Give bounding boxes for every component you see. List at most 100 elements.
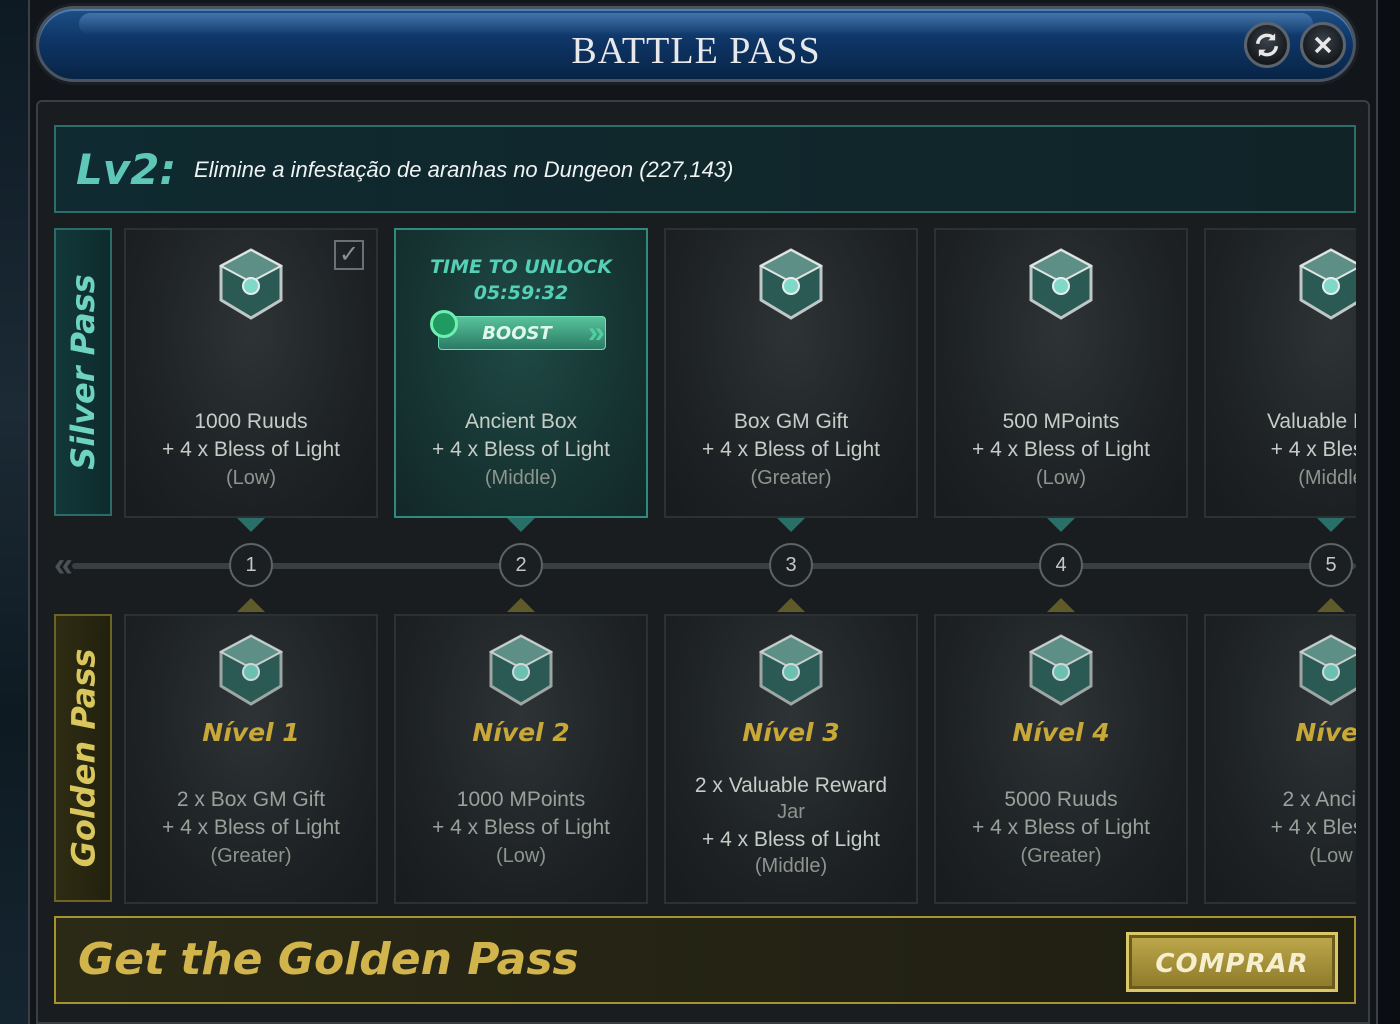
refresh-button[interactable] bbox=[1244, 22, 1290, 68]
quest-text: Elimine a infestação de aranhas no Dunge… bbox=[194, 157, 734, 182]
refresh-icon bbox=[1255, 33, 1279, 57]
reward-bonus: + 4 x Bless of Light bbox=[971, 438, 1151, 461]
reward-bonus: + 4 x Bless of Light bbox=[431, 438, 611, 461]
chest-icon bbox=[758, 248, 824, 320]
golden-reward-text: 2 x Valuable Reward Jar + 4 x Bless of L… bbox=[666, 772, 916, 880]
boost-label: BOOST bbox=[482, 323, 552, 344]
reward-tier: (Low) bbox=[1035, 467, 1086, 489]
chest-icon bbox=[218, 634, 284, 706]
claimed-checkbox[interactable]: ✓ bbox=[334, 240, 364, 270]
reward-bonus: + 4 x Bless of Light bbox=[701, 828, 881, 851]
reward-item: 1000 Ruuds bbox=[194, 410, 308, 433]
reward-bonus: + 4 x Bless of Light bbox=[701, 438, 881, 461]
silver-reward-card-4[interactable]: 500 MPoints + 4 x Bless of Light (Low) bbox=[934, 228, 1188, 518]
silver-notch bbox=[777, 518, 805, 532]
golden-reward-card-3[interactable]: Nível 3 2 x Valuable Reward Jar + 4 x Bl… bbox=[664, 614, 918, 904]
silver-reward-card-1[interactable]: ✓ 1000 Ruuds + 4 x Bless of Light (Low) bbox=[124, 228, 378, 518]
reward-tier: (Middle) bbox=[754, 855, 828, 877]
scroll-left-button[interactable]: « bbox=[54, 548, 73, 582]
chest-icon bbox=[1028, 248, 1094, 320]
reward-bonus: + 4 x Bless o bbox=[1270, 438, 1356, 461]
buy-button[interactable]: COMPRAR bbox=[1126, 932, 1338, 992]
silver-reward-text: Valuable Rew + 4 x Bless o (Middle bbox=[1206, 408, 1356, 492]
reward-track[interactable]: ✓ 1000 Ruuds + 4 x Bless of Light (Low) … bbox=[120, 220, 1356, 920]
silver-reward-card-2[interactable]: TIME TO UNLOCK 05:59:32 BOOST » Ancient … bbox=[394, 228, 648, 518]
double-chevron-right-icon: » bbox=[588, 316, 605, 349]
silver-notch bbox=[237, 518, 265, 532]
chest-icon bbox=[1028, 634, 1094, 706]
chest-icon bbox=[758, 634, 824, 706]
boost-button[interactable]: BOOST bbox=[438, 316, 606, 350]
silver-pass-label: Silver Pass bbox=[54, 228, 112, 516]
quest-level: Lv2: bbox=[76, 145, 177, 194]
level-node-3[interactable]: 3 bbox=[769, 543, 813, 587]
golden-reward-text: 1000 MPoints + 4 x Bless of Light (Low) bbox=[396, 786, 646, 870]
chest-icon bbox=[218, 248, 284, 320]
level-node-5[interactable]: 5 bbox=[1309, 543, 1353, 587]
level-node-2[interactable]: 2 bbox=[499, 543, 543, 587]
golden-reward-card-2[interactable]: Nível 2 1000 MPoints + 4 x Bless of Ligh… bbox=[394, 614, 648, 904]
reward-item: 500 MPoints bbox=[1002, 410, 1120, 433]
reward-tier: (Greater) bbox=[750, 467, 832, 489]
reward-tier: (Low) bbox=[225, 467, 276, 489]
quest-banner: Lv2: Elimine a infestação de aranhas no … bbox=[54, 125, 1356, 213]
reward-tier: (Greater) bbox=[210, 845, 292, 867]
reward-item: Valuable Rew bbox=[1266, 410, 1356, 433]
silver-notch bbox=[1317, 518, 1345, 532]
golden-pass-banner: Get the Golden Pass COMPRAR bbox=[54, 916, 1356, 1004]
golden-pass-label: Golden Pass bbox=[54, 614, 112, 902]
silver-reward-text: Box GM Gift + 4 x Bless of Light (Greate… bbox=[666, 408, 916, 492]
silver-notch bbox=[507, 518, 535, 532]
chest-icon bbox=[1298, 634, 1356, 706]
close-button[interactable] bbox=[1300, 22, 1346, 68]
unlock-timer: TIME TO UNLOCK 05:59:32 bbox=[396, 254, 646, 306]
checkbox-icon: ✓ bbox=[338, 241, 360, 268]
reward-tier: (Low bbox=[1309, 845, 1353, 867]
reward-item: Box GM Gift bbox=[733, 410, 849, 433]
golden-notch bbox=[1317, 598, 1345, 612]
reward-tier: (Middle bbox=[1298, 467, 1356, 489]
silver-reward-card-3[interactable]: Box GM Gift + 4 x Bless of Light (Greate… bbox=[664, 228, 918, 518]
chest-icon bbox=[1298, 248, 1356, 320]
reward-item: 1000 MPoints bbox=[456, 788, 586, 811]
golden-notch bbox=[507, 598, 535, 612]
golden-reward-card-1[interactable]: Nível 1 2 x Box GM Gift + 4 x Bless of L… bbox=[124, 614, 378, 904]
level-node-1[interactable]: 1 bbox=[229, 543, 273, 587]
reward-item-cont: Jar bbox=[777, 801, 805, 823]
golden-level-title: Nível 2 bbox=[472, 718, 570, 747]
title-bar: BATTLE PASS bbox=[36, 6, 1356, 82]
golden-pass-title: Golden Pass bbox=[64, 648, 102, 868]
golden-reward-card-5[interactable]: Nível 2 x Ancien + 4 x Bless o (Low bbox=[1204, 614, 1356, 904]
reward-bonus: + 4 x Bless of Light bbox=[161, 816, 341, 839]
silver-notch bbox=[1047, 518, 1075, 532]
silver-reward-text: 500 MPoints + 4 x Bless of Light (Low) bbox=[936, 408, 1186, 492]
golden-reward-text: 5000 Ruuds + 4 x Bless of Light (Greater… bbox=[936, 786, 1186, 870]
golden-level-title: Nível 1 bbox=[202, 718, 300, 747]
clock-icon bbox=[430, 310, 458, 338]
reward-item: 2 x Box GM Gift bbox=[176, 788, 326, 811]
buy-button-label: COMPRAR bbox=[1155, 949, 1309, 979]
window-title: BATTLE PASS bbox=[571, 30, 821, 72]
reward-item: 2 x Valuable Reward bbox=[694, 774, 888, 797]
golden-notch bbox=[237, 598, 265, 612]
golden-pass-cta: Get the Golden Pass bbox=[78, 934, 579, 985]
golden-reward-text: 2 x Box GM Gift + 4 x Bless of Light (Gr… bbox=[126, 786, 376, 870]
reward-item: 2 x Ancien bbox=[1282, 788, 1356, 811]
silver-reward-card-5[interactable]: Valuable Rew + 4 x Bless o (Middle bbox=[1204, 228, 1356, 518]
reward-tier: (Greater) bbox=[1020, 845, 1102, 867]
unlock-title: TIME TO UNLOCK bbox=[430, 256, 612, 278]
golden-level-title: Nível 3 bbox=[742, 718, 840, 747]
reward-tier: (Middle) bbox=[484, 467, 558, 489]
level-node-4[interactable]: 4 bbox=[1039, 543, 1083, 587]
silver-reward-text: Ancient Box + 4 x Bless of Light (Middle… bbox=[396, 408, 646, 492]
silver-pass-title: Silver Pass bbox=[64, 274, 102, 470]
close-icon bbox=[1314, 36, 1332, 54]
reward-item: Ancient Box bbox=[464, 410, 578, 433]
golden-level-title: Nível 4 bbox=[1012, 718, 1110, 747]
reward-bonus: + 4 x Bless of Light bbox=[161, 438, 341, 461]
golden-notch bbox=[777, 598, 805, 612]
golden-reward-card-4[interactable]: Nível 4 5000 Ruuds + 4 x Bless of Light … bbox=[934, 614, 1188, 904]
reward-item: 5000 Ruuds bbox=[1004, 788, 1118, 811]
reward-bonus: + 4 x Bless of Light bbox=[971, 816, 1151, 839]
chest-icon bbox=[488, 634, 554, 706]
